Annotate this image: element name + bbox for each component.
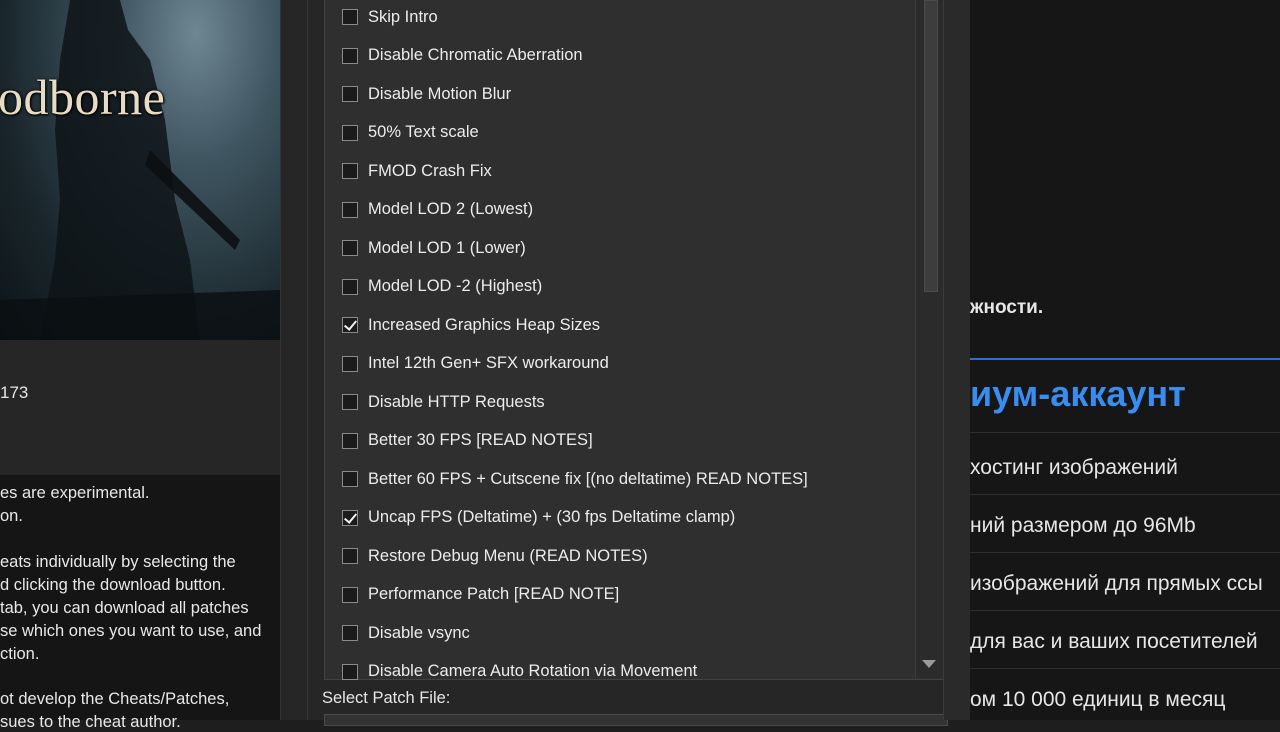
patch-item[interactable]: Model LOD -2 (Highest)	[342, 275, 542, 299]
patch-item[interactable]: Disable Camera Auto Rotation via Movemen…	[342, 660, 697, 684]
patch-item-label: Disable Camera Auto Rotation via Movemen…	[368, 662, 698, 680]
patch-checkbox[interactable]	[342, 317, 358, 333]
premium-heading: иум-аккаунт	[970, 373, 1186, 414]
patch-list[interactable]: Skip Intro Disable Chromatic Aberration Di…	[324, 0, 946, 680]
patch-checkbox[interactable]	[342, 201, 358, 218]
patch-item[interactable]: Model LOD 2 (Lowest)	[342, 198, 533, 222]
patch-item[interactable]: Uncap FPS (Deltatime) + (30 fps Deltatim…	[342, 506, 735, 530]
patch-list-scrollbar[interactable]	[915, 0, 946, 678]
game-cover-image: odborne	[0, 0, 280, 340]
patch-item-label: Better 30 FPS [READ NOTES]	[368, 431, 593, 449]
patch-file-select[interactable]	[324, 714, 948, 726]
list-divider	[970, 610, 1280, 611]
background-web-page: жности. иум-аккаунт хостинг изображений …	[970, 0, 1280, 720]
patch-checkbox[interactable]	[342, 471, 358, 487]
patch-item[interactable]: FMOD Crash Fix	[342, 159, 492, 183]
patch-item[interactable]: Disable Motion Blur	[342, 82, 511, 106]
feature-item: ом 10 000 единиц в месяц	[970, 688, 1226, 711]
patch-checkbox[interactable]	[342, 432, 358, 449]
patch-item-label: Model LOD -2 (Highest)	[368, 277, 543, 295]
patch-checkbox[interactable]	[342, 47, 358, 64]
list-divider	[970, 494, 1280, 495]
patch-item-label: Performance Patch [READ NOTE]	[368, 585, 620, 603]
heading-divider	[970, 358, 1280, 360]
list-divider	[970, 668, 1280, 669]
patch-item[interactable]: Skip Intro	[342, 5, 438, 29]
patch-checkbox[interactable]	[342, 163, 358, 179]
patch-item-label: Disable vsync	[368, 623, 470, 642]
patch-checkbox[interactable]	[342, 9, 358, 25]
patch-checkbox[interactable]	[342, 240, 358, 256]
patch-checkbox[interactable]	[342, 394, 358, 410]
window-edge	[944, 0, 970, 720]
patch-checkbox[interactable]	[342, 86, 358, 102]
patch-item-label: Skip Intro	[368, 7, 438, 26]
patch-item-label: Disable Chromatic Aberration	[368, 46, 583, 64]
patch-item[interactable]: Increased Graphics Heap Sizes	[342, 313, 600, 337]
list-divider	[970, 552, 1280, 553]
game-info-panel: odborne 173 es are experimental. on. eat…	[0, 0, 280, 731]
patch-item-label: FMOD Crash Fix	[368, 161, 492, 180]
notes-box: es are experimental. on. eats individual…	[0, 475, 280, 731]
patch-item[interactable]: Performance Patch [READ NOTE]	[342, 583, 619, 607]
list-divider	[970, 432, 1280, 433]
notes-line: sues to the cheat author.	[0, 713, 181, 731]
game-stat-value: 173	[0, 383, 29, 402]
patch-item-label: Model LOD 2 (Lowest)	[368, 200, 534, 218]
patch-checkbox[interactable]	[342, 278, 358, 295]
patch-item-label: Increased Graphics Heap Sizes	[368, 315, 601, 334]
notes-line: es are experimental.	[0, 484, 150, 502]
patch-item[interactable]: Intel 12th Gen+ SFX workaround	[342, 352, 609, 376]
patch-item[interactable]: Model LOD 1 (Lower)	[342, 236, 526, 260]
notes-line: ction.	[0, 645, 40, 663]
feature-item: ний размером до 96Mb	[970, 514, 1196, 537]
patch-item[interactable]: Restore Debug Menu (READ NOTES)	[342, 544, 648, 568]
scrollbar-thumb[interactable]	[924, 0, 938, 292]
patch-item-label: Better 60 FPS + Cutscene fix [(no deltat…	[368, 469, 808, 488]
patch-checkbox[interactable]	[342, 124, 358, 141]
notes-line: on.	[0, 507, 23, 525]
patch-item[interactable]: 50% Text scale	[342, 121, 479, 145]
patch-item[interactable]: Disable Chromatic Aberration	[342, 44, 583, 68]
patch-checkbox[interactable]	[342, 625, 358, 641]
patch-checkbox[interactable]	[342, 663, 358, 680]
notes-line: eats individually by selecting the	[0, 553, 236, 571]
patch-checkbox[interactable]	[342, 586, 358, 603]
select-patch-file-label: Select Patch File:	[322, 689, 451, 707]
patch-checkbox[interactable]	[342, 355, 358, 372]
cover-title: odborne	[0, 69, 166, 125]
patch-item[interactable]: Better 60 FPS + Cutscene fix [(no deltat…	[342, 467, 808, 491]
notes-line: ot develop the Cheats/Patches,	[0, 690, 230, 708]
patch-item[interactable]: Better 30 FPS [READ NOTES]	[342, 429, 593, 453]
page-text: жности.	[970, 297, 1044, 318]
patch-item-label: 50% Text scale	[368, 123, 479, 141]
patch-panel: Skip Intro Disable Chromatic Aberration Di…	[308, 0, 970, 726]
patch-checkbox[interactable]	[342, 509, 358, 526]
patch-item-label: Disable HTTP Requests	[368, 392, 545, 411]
patch-item-label: Restore Debug Menu (READ NOTES)	[368, 546, 648, 565]
patch-item-label: Model LOD 1 (Lower)	[368, 238, 526, 257]
patch-item-label: Intel 12th Gen+ SFX workaround	[368, 354, 609, 372]
patch-item-label: Disable Motion Blur	[368, 84, 512, 103]
panel-gutter	[281, 0, 307, 720]
patch-item[interactable]: Disable HTTP Requests	[342, 390, 545, 414]
patch-item-label: Uncap FPS (Deltatime) + (30 fps Deltatim…	[368, 508, 736, 526]
feature-item: изображений для прямых ссы	[970, 572, 1263, 595]
hunter-silhouette	[0, 0, 280, 340]
patch-item[interactable]: Disable vsync	[342, 621, 470, 645]
notes-line: tab, you can download all patches	[0, 599, 249, 617]
feature-item: хостинг изображений	[970, 456, 1178, 479]
notes-line: se which ones you want to use, and	[0, 622, 262, 640]
notes-line: d clicking the download button.	[0, 576, 226, 594]
feature-item: для вас и ваших посетителей	[970, 630, 1258, 653]
scroll-down-arrow-icon[interactable]	[922, 660, 936, 668]
patch-checkbox[interactable]	[342, 548, 358, 564]
